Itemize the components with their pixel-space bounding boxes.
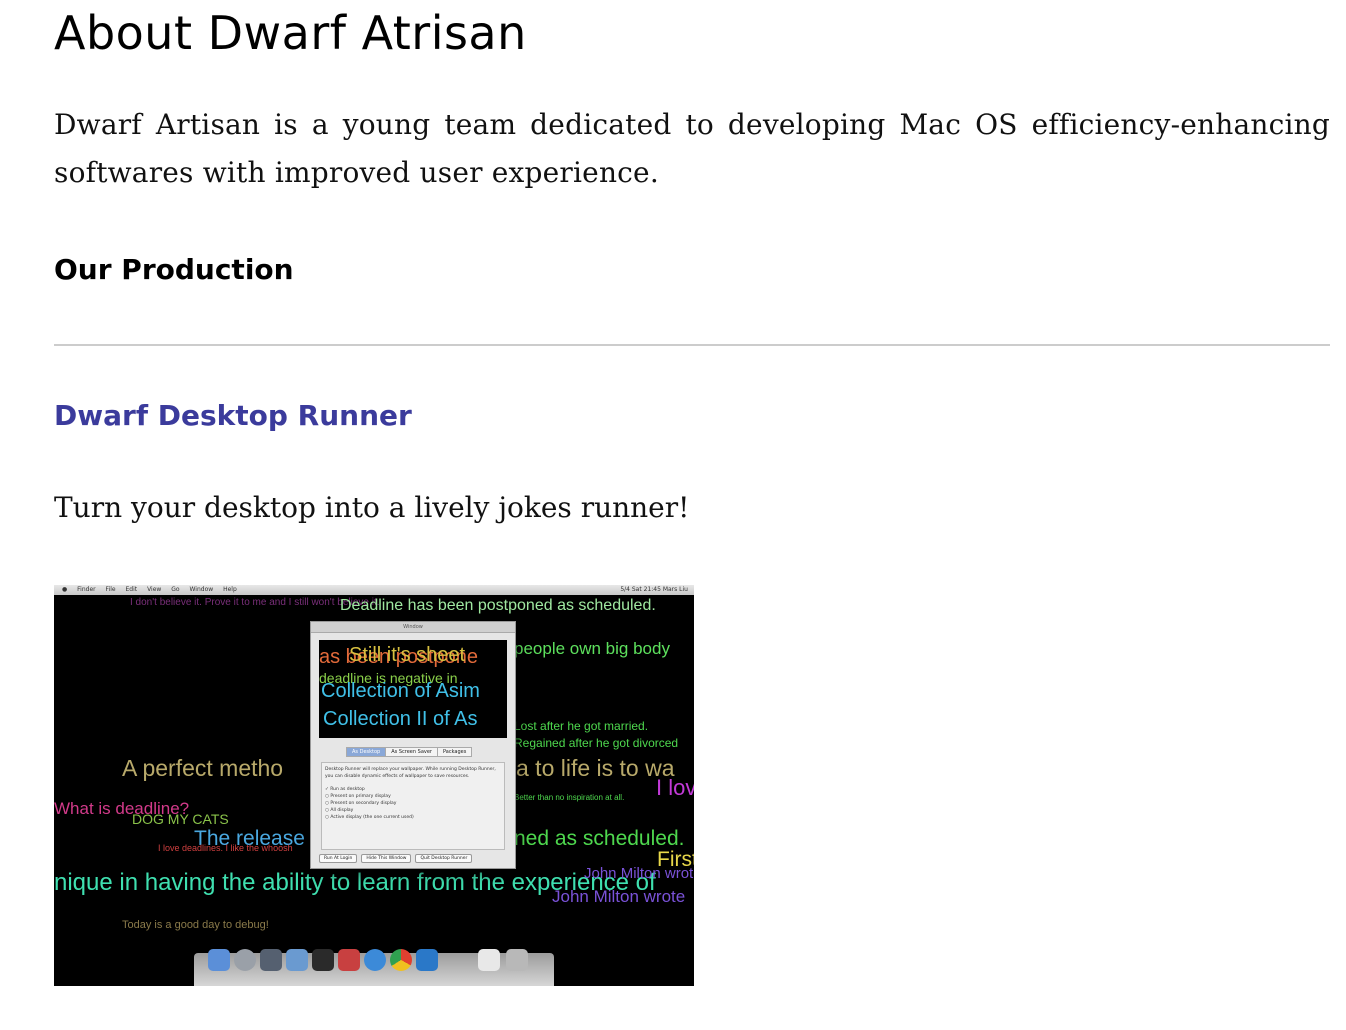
menu-item: Go	[171, 586, 180, 593]
run-at-login-button[interactable]: Run At Login	[319, 854, 358, 863]
dialog-tabs: As Desktop As Screen Saver Packages	[346, 747, 473, 757]
joke-text: John Milton wrote	[584, 865, 694, 882]
joke-text: a to life is to wa	[516, 755, 675, 781]
itunes-icon[interactable]	[364, 949, 386, 971]
launchpad-icon[interactable]	[234, 949, 256, 971]
product-screenshot[interactable]: ● Finder File Edit View Go Window Help 5…	[54, 585, 694, 986]
menu-item: Help	[223, 586, 237, 593]
option-label: Present on primary display	[330, 794, 391, 799]
option-primary-display[interactable]: ○ Present on primary display	[325, 793, 501, 800]
tab-packages[interactable]: Packages	[436, 747, 473, 757]
option-active-display[interactable]: ○ Active display (the one current used)	[325, 814, 501, 821]
joke-text: Better than no inspiration at all.	[514, 793, 625, 802]
option-label: Run as desktop	[330, 787, 365, 792]
joke-text: A perfect metho	[122, 755, 284, 781]
joke-text: Lost after he got married.	[514, 719, 649, 733]
tab-as-screen-saver[interactable]: As Screen Saver	[385, 747, 438, 757]
joke-text: DOG MY CATS	[132, 811, 229, 827]
product-title-link[interactable]: Dwarf Desktop Runner	[54, 399, 412, 432]
quit-button[interactable]: Quit Desktop Runner	[415, 854, 473, 863]
app-store-icon[interactable]	[286, 949, 308, 971]
preview-icon[interactable]	[338, 949, 360, 971]
dialog-panel: Desktop Runner will replace your wallpap…	[321, 762, 505, 850]
option-label: Active display (the one current used)	[330, 815, 414, 820]
settings-dialog: Window as been postpone Still it's sheet…	[310, 621, 516, 869]
divider	[54, 344, 1330, 346]
option-all-display[interactable]: ○ All display	[325, 807, 501, 814]
joke-text: I lov	[656, 775, 694, 800]
joke-text: Today is a good day to debug!	[122, 919, 269, 931]
xcode-icon[interactable]	[416, 949, 438, 971]
mac-menubar: ● Finder File Edit View Go Window Help 5…	[54, 585, 694, 595]
section-heading: Our Production	[54, 253, 294, 286]
finder-icon[interactable]	[208, 949, 230, 971]
menu-item: File	[105, 586, 116, 593]
dialog-buttons: Run At Login Hide This Window Quit Desktop…	[319, 854, 476, 863]
option-label: All display	[330, 808, 354, 813]
joke-text: I love deadlines. I like the whoosh	[158, 843, 293, 853]
menu-item: View	[147, 586, 162, 593]
page-title: About Dwarf Atrisan	[54, 6, 527, 60]
option-label: Present on secondary display	[330, 801, 397, 806]
tab-as-desktop[interactable]: As Desktop	[346, 747, 387, 757]
mission-control-icon[interactable]	[260, 949, 282, 971]
menubar-status: 5/4 Sat 21:45 Mars Liu	[620, 586, 688, 593]
product-tagline: Turn your desktop into a lively jokes ru…	[54, 491, 690, 524]
menu-item: Edit	[125, 586, 138, 593]
mac-dock	[194, 949, 554, 986]
menu-item: Window	[189, 586, 214, 593]
documents-icon[interactable]	[478, 949, 500, 971]
preview-text: Collection of Asim	[321, 680, 480, 702]
preview-text: Still it's sheet	[349, 644, 466, 666]
terminal-icon[interactable]	[312, 949, 334, 971]
preview-text: Collection II of As	[323, 708, 478, 730]
apple-icon: ●	[62, 586, 68, 593]
option-run-as-desktop[interactable]: ✓ Run as desktop	[325, 786, 501, 793]
joke-text: Deadline has been postponed as scheduled…	[340, 597, 656, 614]
option-secondary-display[interactable]: ○ Present on secondary display	[325, 800, 501, 807]
joke-text: Regained after he got divorced	[514, 736, 679, 750]
joke-text: people own big body	[514, 639, 670, 658]
intro-paragraph: Dwarf Artisan is a young team dedicated …	[54, 108, 1330, 189]
dialog-preview: as been postpone Still it's sheet deadli…	[319, 640, 507, 738]
chrome-icon[interactable]	[390, 949, 412, 971]
hide-window-button[interactable]: Hide This Window	[361, 854, 412, 863]
dialog-description: Desktop Runner will replace your wallpap…	[325, 767, 496, 779]
menu-item: Finder	[77, 586, 96, 593]
dialog-titlebar: Window	[311, 622, 515, 633]
joke-text: John Milton wrote	[552, 887, 686, 906]
trash-icon[interactable]	[506, 949, 528, 971]
